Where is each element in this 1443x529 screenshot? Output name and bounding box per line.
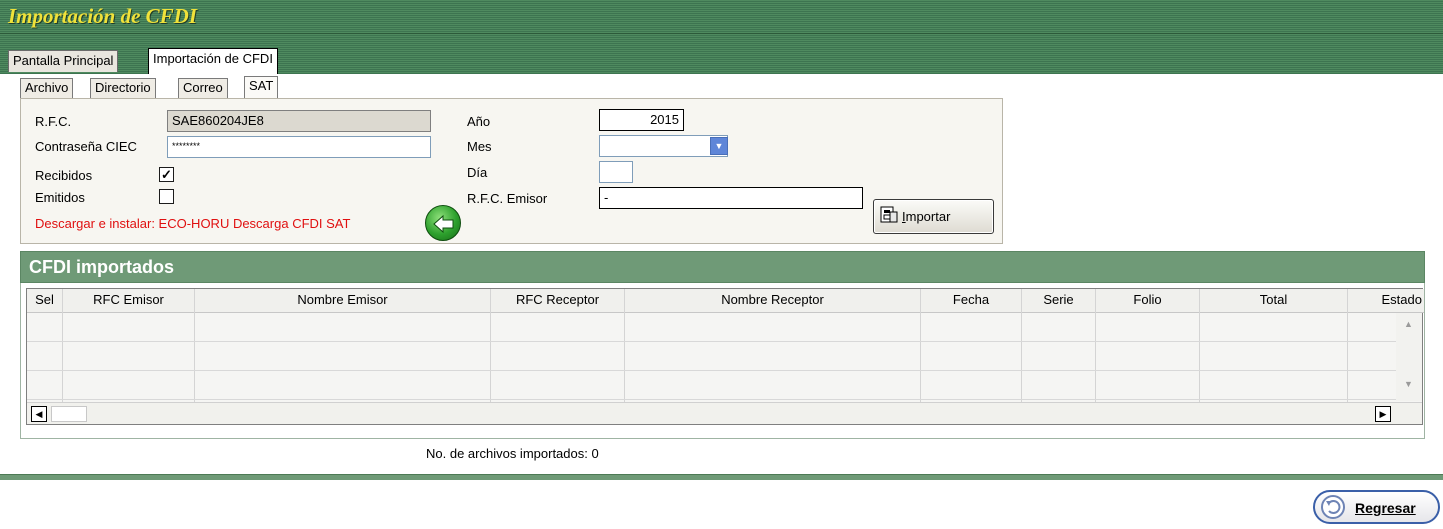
recibidos-label: Recibidos [35, 168, 93, 183]
rfc-label: R.F.C. [35, 114, 72, 129]
scroll-left-icon[interactable]: ◀ [31, 406, 47, 422]
title-bar: Importación de CFDI [0, 0, 1443, 34]
table-row-divider [27, 341, 1397, 342]
import-icon [880, 206, 898, 223]
emitidos-label: Emitidos [35, 190, 85, 205]
anio-label: Año [467, 114, 491, 129]
grid-column [625, 289, 921, 404]
grid-column [1022, 289, 1096, 404]
tab-importacion-cfdi[interactable]: Importación de CFDI [148, 48, 278, 74]
scroll-right-icon[interactable]: ▶ [1375, 406, 1391, 422]
import-count-status: No. de archivos importados: 0 [426, 446, 599, 461]
sat-panel: R.F.C. SAE860204JE8 Contraseña CIEC ****… [20, 98, 1003, 244]
back-arrow-icon[interactable] [425, 205, 461, 241]
subtab-correo[interactable]: Correo [178, 78, 228, 98]
importar-label: Importar [902, 209, 951, 224]
column-header[interactable]: Estado [1348, 289, 1424, 313]
subtab-archivo[interactable]: Archivo [20, 78, 74, 98]
main-tab-bar: Pantalla Principal Importación de CFDI [0, 34, 1443, 74]
dia-label: Día [467, 165, 488, 180]
recibidos-checkbox[interactable]: ✓ [159, 167, 174, 182]
table-row-divider [27, 399, 1397, 400]
grid-column [1096, 289, 1200, 404]
download-link[interactable]: Descargar e instalar: ECO-HORU Descarga … [35, 216, 350, 231]
chevron-down-icon[interactable]: ▼ [710, 137, 728, 155]
scroll-up-icon[interactable]: ▲ [1404, 319, 1413, 329]
horizontal-scrollbar[interactable]: ◀ ▶ [27, 402, 1422, 424]
dia-field[interactable] [599, 161, 633, 183]
grid-column [1200, 289, 1348, 404]
bottom-divider [0, 474, 1443, 480]
grid-column [491, 289, 625, 404]
cfdi-grid[interactable]: Sel RFC Emisor Nombre Emisor RFC Recepto… [26, 288, 1424, 425]
tab-pantalla-principal[interactable]: Pantalla Principal [8, 50, 119, 72]
scroll-thumb[interactable] [51, 406, 87, 422]
importar-button[interactable]: Importar [873, 199, 994, 234]
mes-label: Mes [467, 139, 492, 154]
mes-select[interactable] [599, 135, 728, 157]
scroll-down-icon[interactable]: ▼ [1404, 379, 1413, 389]
grid-column [63, 289, 195, 404]
grid-column [921, 289, 1022, 404]
subtab-sat[interactable]: SAT [244, 76, 279, 98]
grid-column [27, 289, 63, 404]
subtab-directorio[interactable]: Directorio [90, 78, 156, 98]
window-title: Importación de CFDI [8, 4, 198, 28]
rfc-emisor-field[interactable]: - [599, 187, 863, 209]
table-row-divider [27, 370, 1397, 371]
ciec-label: Contraseña CIEC [35, 139, 137, 154]
rfc-emisor-label: R.F.C. Emisor [467, 191, 548, 206]
regresar-label: Regresar [1355, 500, 1416, 516]
vertical-scrollbar[interactable]: ▲ ▼ [1396, 313, 1422, 401]
return-icon [1321, 495, 1345, 519]
grid-column [195, 289, 491, 404]
ciec-password-field[interactable]: ******** [167, 136, 431, 158]
anio-field[interactable]: 2015 [599, 109, 684, 131]
rfc-field[interactable]: SAE860204JE8 [167, 110, 431, 132]
emitidos-checkbox[interactable] [159, 189, 174, 204]
cfdi-section-title: CFDI importados [20, 251, 1425, 283]
regresar-button[interactable]: Regresar [1313, 490, 1440, 524]
